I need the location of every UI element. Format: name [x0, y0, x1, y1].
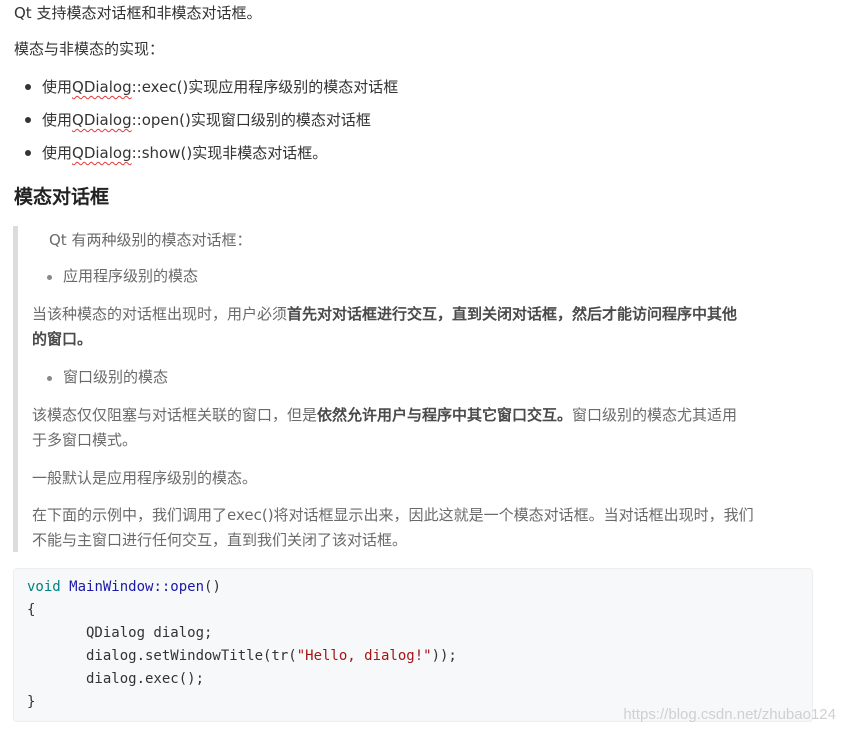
para3: 一般默认是应用程序级别的模态。 [32, 469, 258, 487]
blockquote: Qt 有两种级别的模态对话框： 应用程序级别的模态 当该种模态的对话框出现时，用… [13, 226, 808, 552]
para4-line1: 在下面的示例中，我们调用了exec()将对话框显示出来，因此这就是一个模态对话框… [32, 506, 754, 524]
para2-line1: 该模态仅仅阻塞与对话框关联的窗口，但是依然允许用户与程序中其它窗口交互。窗口级别… [32, 403, 737, 428]
para2-text: 该模态仅仅阻塞与对话框关联的窗口，但是 [32, 406, 318, 424]
list-item: 使用QDialog::exec()实现应用程序级别的模态对话框 [14, 76, 398, 109]
watermark: https://blog.csdn.net/zhubao124 [623, 706, 836, 723]
list-item: 使用QDialog::open()实现窗口级别的模态对话框 [14, 109, 398, 142]
code-line: QDialog dialog; [27, 625, 213, 641]
para2-line2: 于多窗口模式。 [32, 431, 138, 449]
spellcheck-word: QDialog [72, 144, 132, 162]
para2-end: 窗口级别的模态尤其适用 [572, 406, 738, 424]
list-item: 使用QDialog::show()实现非模态对话框。 [14, 142, 398, 175]
method-prefix: 使用 [42, 78, 73, 96]
method-rest: ::show()实现非模态对话框。 [131, 144, 328, 162]
method-prefix: 使用 [42, 144, 73, 162]
code-keyword: void [27, 579, 61, 595]
code-text: () [204, 579, 221, 595]
code-text: dialog.setWindowTitle(tr( [27, 648, 297, 664]
method-rest: ::open()实现窗口级别的模态对话框 [131, 111, 371, 129]
method-prefix: 使用 [42, 111, 73, 129]
intro-text: Qt 支持模态对话框和非模态对话框。 [14, 4, 262, 22]
para4-line2: 不能与主窗口进行任何交互，直到我们关闭了该对话框。 [32, 531, 408, 549]
para1-bold: 首先对对话框进行交互，直到关闭对话框，然后才能访问程序中其他 [287, 305, 738, 323]
code-function: MainWindow::open [69, 579, 205, 595]
code-line: void MainWindow::open() [27, 576, 221, 598]
code-string: "Hello, dialog!" [296, 648, 432, 664]
bullet-dot [47, 275, 52, 280]
bullet-window-level: 窗口级别的模态 [63, 368, 169, 386]
levels-intro: Qt 有两种级别的模态对话框： [49, 231, 252, 249]
code-line: dialog.exec(); [27, 671, 205, 687]
para1-bold-cont: 的窗口。 [32, 330, 93, 348]
code-line: { [27, 602, 36, 618]
methods-list: 使用QDialog::exec()实现应用程序级别的模态对话框 使用QDialo… [14, 76, 398, 175]
code-text: )); [431, 648, 457, 664]
spellcheck-word: QDialog [72, 111, 132, 129]
para2-bold: 依然允许用户与程序中其它窗口交互。 [317, 406, 573, 424]
code-block: void MainWindow::open() { QDialog dialog… [13, 568, 813, 722]
bullet-dot [47, 376, 52, 381]
para1-text: 当该种模态的对话框出现时，用户必须 [32, 305, 288, 323]
implementation-label: 模态与非模态的实现： [14, 40, 165, 58]
code-line: } [27, 694, 36, 710]
section-heading: 模态对话框 [14, 186, 110, 208]
para1-line1: 当该种模态的对话框出现时，用户必须首先对对话框进行交互，直到关闭对话框，然后才能… [32, 302, 737, 327]
spellcheck-word: QDialog [72, 78, 132, 96]
code-line: dialog.setWindowTitle(tr("Hello, dialog!… [27, 645, 457, 667]
para1-line2: 的窗口。 [32, 327, 92, 352]
bullet-app-level: 应用程序级别的模态 [63, 267, 199, 285]
method-rest: ::exec()实现应用程序级别的模态对话框 [131, 78, 399, 96]
